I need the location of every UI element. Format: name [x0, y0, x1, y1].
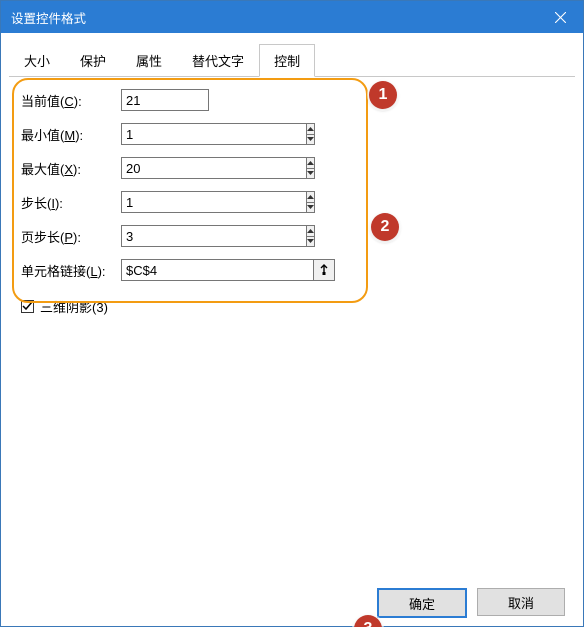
client-area: 大小 保护 属性 替代文字 控制 当前值(C): 最小值(M):: [1, 33, 583, 626]
chevron-down-icon: [307, 205, 314, 209]
cell-link-wrap: [121, 259, 335, 281]
input-step[interactable]: [121, 191, 306, 213]
input-page[interactable]: [121, 225, 306, 247]
range-picker-icon: [318, 264, 330, 276]
ok-button[interactable]: 确定: [377, 588, 467, 618]
label-max: 最大值(X):: [17, 159, 121, 178]
tab-control[interactable]: 控制: [259, 44, 315, 77]
tab-alt-text[interactable]: 替代文字: [177, 44, 259, 77]
spin-down-step[interactable]: [307, 202, 314, 213]
row-max: 最大值(X):: [17, 157, 567, 179]
check-icon: [22, 301, 33, 312]
spinner-min: [121, 123, 225, 145]
cancel-button[interactable]: 取消: [477, 588, 565, 616]
spin-up-max[interactable]: [307, 158, 314, 168]
chevron-up-icon: [307, 161, 314, 165]
row-min: 最小值(M):: [17, 123, 567, 145]
spinner-buttons-step: [306, 191, 315, 213]
label-current: 当前值(C):: [17, 91, 121, 110]
spinner-max: [121, 157, 225, 179]
row-page: 页步长(P):: [17, 225, 567, 247]
row-link: 单元格链接(L):: [17, 259, 567, 281]
titlebar: 设置控件格式: [1, 1, 583, 33]
label-min: 最小值(M):: [17, 125, 121, 144]
chevron-down-icon: [307, 137, 314, 141]
spinner-buttons-max: [306, 157, 315, 179]
checkbox-3d-shadow[interactable]: [21, 300, 34, 313]
spin-up-step[interactable]: [307, 192, 314, 202]
input-link[interactable]: [121, 259, 313, 281]
input-current[interactable]: [121, 89, 209, 111]
label-3d-shadow: 三维阴影(3): [40, 297, 108, 316]
range-picker-button[interactable]: [313, 259, 335, 281]
label-page: 页步长(P):: [17, 227, 121, 246]
annotation-badge-2: 2: [371, 213, 399, 241]
chevron-up-icon: [307, 229, 314, 233]
label-step: 步长(I):: [17, 193, 121, 212]
tab-strip: 大小 保护 属性 替代文字 控制: [9, 43, 575, 77]
spin-down-page[interactable]: [307, 236, 314, 247]
chevron-up-icon: [307, 195, 314, 199]
chevron-up-icon: [307, 127, 314, 131]
close-button[interactable]: [538, 1, 583, 33]
dialog-buttons: 确定 取消: [9, 578, 575, 618]
spinner-page: [121, 225, 225, 247]
chevron-down-icon: [307, 171, 314, 175]
spinner-buttons-page: [306, 225, 315, 247]
input-max[interactable]: [121, 157, 306, 179]
tab-panel-control: 当前值(C): 最小值(M): 最大值(X):: [9, 77, 575, 578]
tab-properties[interactable]: 属性: [121, 44, 177, 77]
tab-size[interactable]: 大小: [9, 44, 65, 77]
spin-down-max[interactable]: [307, 168, 314, 179]
chevron-down-icon: [307, 239, 314, 243]
label-link: 单元格链接(L):: [17, 261, 121, 280]
row-3d-shadow: 三维阴影(3): [17, 297, 567, 316]
spin-up-min[interactable]: [307, 124, 314, 134]
spin-down-min[interactable]: [307, 134, 314, 145]
input-min[interactable]: [121, 123, 306, 145]
spin-up-page[interactable]: [307, 226, 314, 236]
spinner-step: [121, 191, 225, 213]
tab-protect[interactable]: 保护: [65, 44, 121, 77]
dialog-window: 设置控件格式 大小 保护 属性 替代文字 控制 当前值(C):: [0, 0, 584, 627]
close-icon: [555, 12, 566, 23]
row-step: 步长(I):: [17, 191, 567, 213]
row-current: 当前值(C):: [17, 89, 567, 111]
annotation-badge-1: 1: [369, 81, 397, 109]
window-title: 设置控件格式: [11, 8, 86, 27]
spinner-buttons-min: [306, 123, 315, 145]
